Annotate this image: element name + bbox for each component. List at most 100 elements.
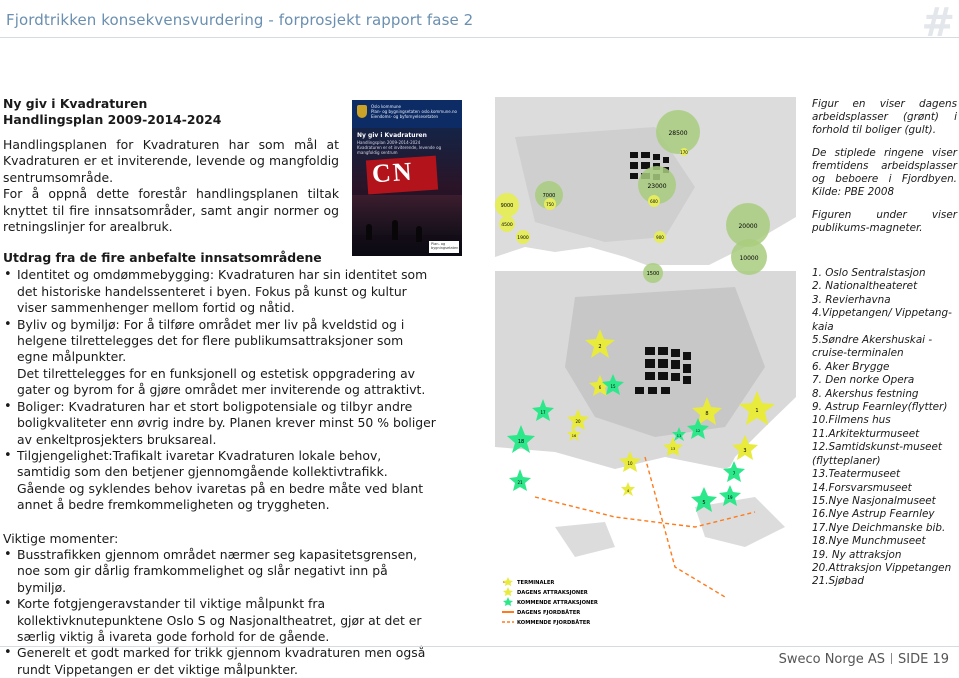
oslo-crest-icon xyxy=(357,105,367,118)
report-cover-image: Oslo kommune Plan- og bygningsetaten Eie… xyxy=(352,100,462,256)
attraction-item: 18.Nye Munchmuseet xyxy=(812,535,926,548)
star-label: 12 xyxy=(696,429,700,433)
cover-footer-line: bygningsetaten xyxy=(431,246,459,250)
attraction-item: 17.Nye Deichmanske bib. xyxy=(812,521,946,534)
attraction-item: 11.Arkitekturmuseet xyxy=(812,427,920,440)
attraction-item: 2. Nationaltheateret xyxy=(812,280,918,293)
attraction-item: 10.Filmens hus xyxy=(812,414,891,427)
footer-company: Sweco Norge AS xyxy=(778,652,886,667)
attraction-item: 14.Forsvarsmuseet xyxy=(812,481,912,494)
legend-label: KOMMENDE ATTRAKSJONER xyxy=(517,600,598,606)
attraction-item: 8. Akershus festning xyxy=(812,387,919,400)
star-label: 19 xyxy=(727,495,733,500)
caption-paragraph-3: Figuren under viser publikums-magneter. xyxy=(812,209,957,234)
legend-label: TERMINALER xyxy=(517,580,554,586)
attraction-item: 4.Vippetangen/ Vippetang-kaia xyxy=(812,307,952,333)
star-label: 10 xyxy=(627,461,633,466)
intro-paragraph-1: Handlingsplanen for Kvadraturen har som … xyxy=(3,137,339,185)
bubble: 4500 xyxy=(499,216,515,232)
bubble: 10000 xyxy=(731,239,767,275)
star-label: 5 xyxy=(702,500,705,506)
attraction-item: 16.Nye Astrup Fearnley xyxy=(812,508,935,521)
star-label: 16 xyxy=(572,434,576,438)
star-label: 6 xyxy=(599,385,602,390)
utdrag-list: Boliger: Kvadraturen har et stort boligp… xyxy=(3,399,438,481)
bubble: 1500 xyxy=(643,263,663,283)
footer-separator xyxy=(891,653,893,664)
legend-label: KOMMENDE FJORDBÅTER xyxy=(517,619,590,626)
bubble-label: 23000 xyxy=(647,183,666,190)
viktige-list: Busstrafikken gjennom området nærmer seg… xyxy=(3,547,438,678)
utdrag-list: Byliv og bymiljø: For å tilføre området … xyxy=(3,317,438,366)
header-divider xyxy=(0,37,959,38)
utdrag-section: Utdrag fra de fire anbefalte innsatsområ… xyxy=(3,250,438,513)
cover-org-line: Eiendoms- og byfornyelsesetaten xyxy=(371,114,439,119)
cover-subtitle: Handlingsplan 2009-2014-2024 Kvadraturen… xyxy=(357,140,462,155)
attraction-list: 1. Oslo Sentralstasjon 2. Nationaltheate… xyxy=(812,267,957,589)
bubble: 900 xyxy=(654,231,666,243)
attraction-item: 20.Attraksjon Vippetangen xyxy=(812,561,952,574)
list-item: Busstrafikken gjennom området nærmer seg… xyxy=(3,547,438,596)
star-label: 2 xyxy=(598,344,601,350)
bubble-label: 170 xyxy=(680,150,688,155)
star-label: 17 xyxy=(540,410,546,415)
footer-divider xyxy=(0,646,959,647)
list-item: Generelt et godt marked for trikk gjenno… xyxy=(3,645,438,678)
cover-person xyxy=(392,220,398,240)
bubble-label: 1500 xyxy=(647,271,660,277)
star-label: 20 xyxy=(575,419,581,424)
bubble-label: 750 xyxy=(546,202,554,207)
viktige-heading: Viktige momenter: xyxy=(3,530,119,546)
list-item: Identitet og omdømmebygging: Kvadraturen… xyxy=(3,267,438,316)
bubble-label: 10000 xyxy=(739,255,758,262)
attraction-item: 3. Revierhavna xyxy=(812,293,891,306)
caption-column: Figur en viser dagens arbeidsplasser (gr… xyxy=(812,98,957,589)
footer-page-number: SIDE 19 xyxy=(898,652,949,667)
intro-block: Ny giv i Kvadraturen Handlingsplan 2009-… xyxy=(3,96,339,235)
bubble-label: 600 xyxy=(650,199,658,204)
bubble-label: 4500 xyxy=(501,222,513,228)
cover-title: Ny giv i Kvadraturen xyxy=(357,132,427,139)
attraction-item: 1. Oslo Sentralstasjon xyxy=(812,267,926,279)
attraction-item: 21.Sjøbad xyxy=(812,575,864,588)
bubble-label: 28500 xyxy=(668,130,687,137)
oslo-map-figure: 28500 170 23000 9000 7000 750 600 4500 1… xyxy=(495,97,796,631)
bubble: 9000 xyxy=(495,193,519,217)
star-label: 7 xyxy=(733,471,736,476)
intro-heading-line2: Handlingsplan 2009-2014-2024 xyxy=(3,112,222,127)
star-label: 21 xyxy=(517,480,523,485)
bubble-label: 9000 xyxy=(501,203,514,209)
star-label: 13 xyxy=(671,447,675,451)
list-item-extra: Det tilrettelegges for en funksjonell og… xyxy=(17,365,426,398)
star-label: 18 xyxy=(518,439,524,445)
document-header-title: Fjordtrikken konsekvensvurdering - forpr… xyxy=(6,11,474,29)
star-label: 3 xyxy=(743,448,746,454)
attraction-item: 9. Astrup Fearnley(flytter) xyxy=(812,401,948,414)
bubble-label: 900 xyxy=(656,235,664,240)
attraction-item: 5.Søndre Akershuskai - cruise-terminalen xyxy=(812,334,933,360)
page-footer: Sweco Norge AS SIDE 19 xyxy=(779,652,949,667)
list-item: Korte fotgjengeravstander til viktige må… xyxy=(3,596,438,645)
cover-person xyxy=(416,226,422,242)
cover-footer: Plan- og bygningsetaten xyxy=(429,241,459,253)
intro-heading-line1: Ny giv i Kvadraturen xyxy=(3,96,148,111)
star-label: 11 xyxy=(677,434,681,438)
intro-heading: Ny giv i Kvadraturen Handlingsplan 2009-… xyxy=(3,96,339,128)
list-item: Boliger: Kvadraturen har et stort boligp… xyxy=(3,399,438,448)
attraction-item: 7. Den norke Opera xyxy=(812,374,915,387)
cover-person xyxy=(366,224,372,240)
list-item-text: Byliv og bymiljø: For å tilføre området … xyxy=(17,316,405,365)
list-item-text: Identitet og omdømmebygging: Kvadraturen… xyxy=(17,267,428,316)
attraction-item: 15.Nye Nasjonalmuseet xyxy=(812,494,936,507)
bubble: 750 xyxy=(544,198,556,210)
star-label: 1 xyxy=(755,408,758,414)
attraction-item: 6. Aker Brygge xyxy=(812,360,890,373)
caption-paragraph-1: Figur en viser dagens arbeidsplasser (gr… xyxy=(812,98,957,136)
cover-sign-text: CN xyxy=(371,156,415,189)
hash-logo: # xyxy=(921,0,955,46)
bubble-label: 20000 xyxy=(738,223,757,230)
bubble: 600 xyxy=(648,195,660,207)
caption-paragraph-2: De stiplede ringene viser fremtidens arb… xyxy=(812,147,957,198)
utdrag-list: Identitet og omdømmebygging: Kvadraturen… xyxy=(3,267,438,316)
list-item-text: Tilgjengelighet:Trafikalt ivaretar Kvadr… xyxy=(17,447,388,480)
